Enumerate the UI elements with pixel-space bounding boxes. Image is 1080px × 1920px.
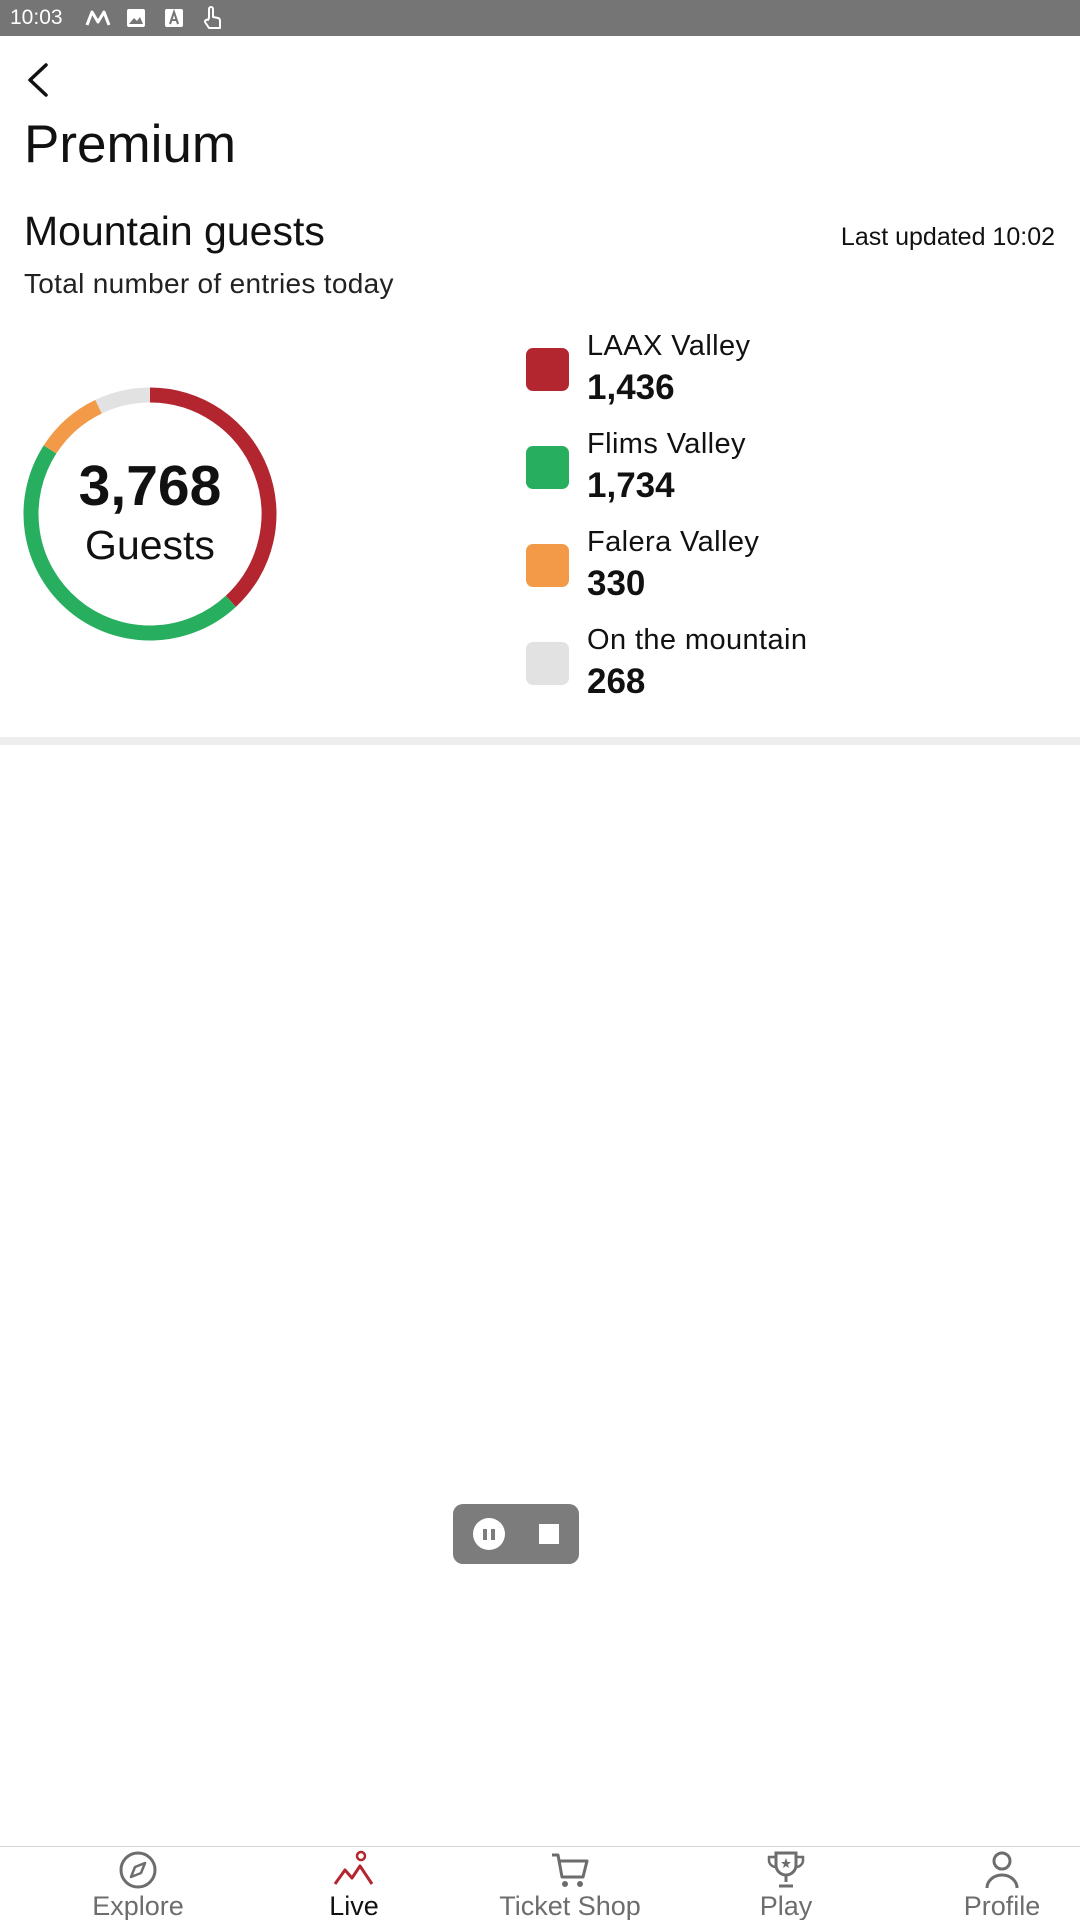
section-divider — [0, 737, 1080, 745]
legend-value: 268 — [587, 662, 646, 701]
legend-value: 1,734 — [587, 466, 675, 505]
nav-label: Play — [759, 1891, 813, 1920]
nav-label: Explore — [92, 1891, 184, 1920]
nav-item-ticket-shop[interactable]: Ticket Shop — [462, 1847, 678, 1920]
donut-total: 3,768 — [78, 453, 222, 518]
nav-item-profile[interactable]: Profile — [894, 1847, 1080, 1920]
last-updated: Last updated 10:02 — [840, 223, 1055, 251]
status-bar: 10:03 — [0, 0, 1080, 36]
legend-item: Flims Valley 1,734 — [526, 426, 1046, 524]
pause-icon — [483, 1528, 487, 1540]
legend-item: Falera Valley 330 — [526, 524, 1046, 622]
pause-icon — [491, 1528, 495, 1540]
person-icon — [980, 1849, 1024, 1891]
page-title: Premium — [24, 115, 237, 174]
legend-item: On the mountain 268 — [526, 622, 1046, 720]
legend-label: Falera Valley — [587, 526, 760, 558]
cart-icon — [548, 1849, 592, 1891]
legend: LAAX Valley 1,436 Flims Valley 1,734 Fal… — [526, 328, 1046, 720]
mountain-live-icon — [332, 1849, 376, 1891]
nav-label: Live — [329, 1891, 379, 1920]
legend-label: Flims Valley — [587, 428, 746, 460]
legend-item: LAAX Valley 1,436 — [526, 328, 1046, 426]
chevron-left-icon — [28, 63, 48, 97]
legend-value: 330 — [587, 564, 646, 603]
nav-item-play[interactable]: Play — [678, 1847, 894, 1920]
screen-recording-control — [453, 1504, 579, 1564]
donut-center: 3,768 Guests — [22, 386, 278, 642]
nav-label: Profile — [963, 1891, 1041, 1920]
legend-label: LAAX Valley — [587, 330, 751, 362]
legend-swatch — [526, 348, 569, 391]
bottom-nav: Explore Live Ticket Shop Play Profile — [0, 1846, 1080, 1920]
trophy-icon — [764, 1849, 808, 1891]
stop-button[interactable] — [539, 1524, 559, 1544]
nav-label: Ticket Shop — [499, 1891, 641, 1920]
touch-hand-icon — [199, 5, 225, 31]
card-title: Mountain guests — [24, 208, 325, 254]
pause-button[interactable] — [473, 1518, 505, 1550]
image-icon — [123, 5, 149, 31]
back-button[interactable] — [14, 56, 62, 104]
card-subtitle: Total number of entries today — [24, 268, 394, 299]
nav-item-explore[interactable]: Explore — [30, 1847, 246, 1920]
legend-value: 1,436 — [587, 368, 675, 407]
legend-label: On the mountain — [587, 624, 808, 656]
status-time: 10:03 — [10, 6, 63, 29]
legend-swatch — [526, 642, 569, 685]
donut-unit: Guests — [85, 521, 215, 568]
legend-swatch — [526, 544, 569, 587]
legend-swatch — [526, 446, 569, 489]
compass-icon — [116, 1849, 160, 1891]
nav-item-live[interactable]: Live — [246, 1847, 462, 1920]
a-text-icon — [161, 5, 187, 31]
m-logo-icon — [85, 5, 111, 31]
